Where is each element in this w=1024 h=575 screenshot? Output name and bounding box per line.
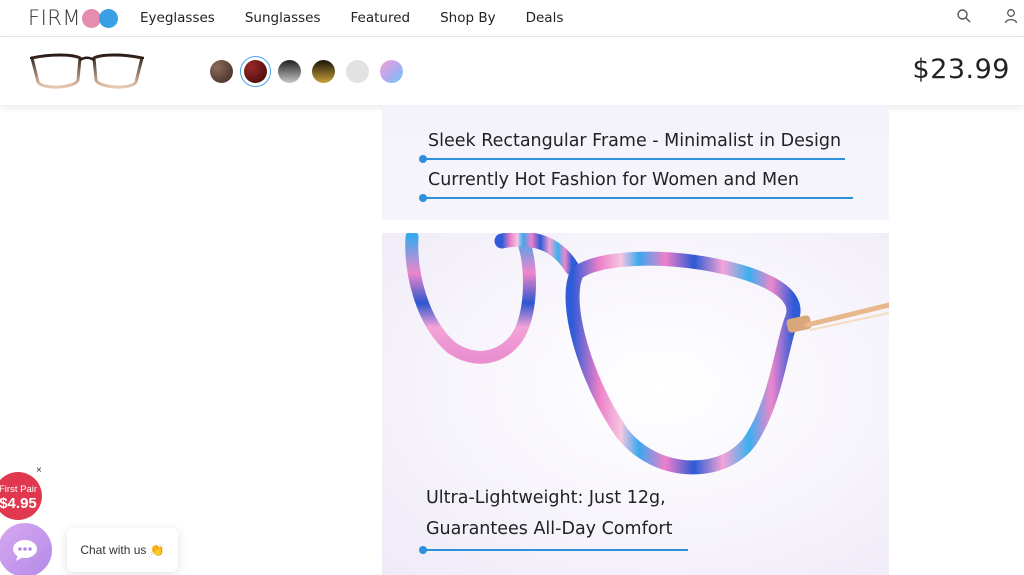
- product-image-panel: Ultra-Lightweight: Just 12g, Guarantees …: [382, 233, 889, 575]
- brand-name: FIRM: [28, 6, 81, 30]
- swatch-black-gray-gradient[interactable]: [278, 60, 301, 83]
- product-bar: $23.99: [0, 38, 1024, 105]
- nav-featured[interactable]: Featured: [351, 10, 411, 26]
- swatch-dark-brown[interactable]: [210, 60, 233, 83]
- feature-text-3: Ultra-Lightweight: Just 12g,: [426, 488, 666, 508]
- swatch-light-gray[interactable]: [346, 60, 369, 83]
- main-menu: Eyeglasses Sunglasses Featured Shop By D…: [140, 10, 593, 26]
- logo-blue-dot: [98, 8, 118, 28]
- product-price: $23.99: [912, 54, 1010, 85]
- chat-prompt-bubble[interactable]: Chat with us 👏: [67, 528, 178, 572]
- product-thumbnail: [30, 53, 144, 89]
- top-navigation: FIRM Eyeglasses Sunglasses Featured Shop…: [0, 0, 1024, 37]
- nav-sunglasses[interactable]: Sunglasses: [245, 10, 321, 26]
- promo-label: First Pair: [0, 484, 37, 495]
- brand-logo[interactable]: FIRM: [28, 6, 118, 30]
- swatch-burgundy[interactable]: [240, 56, 271, 87]
- feature-underline-2: [419, 194, 853, 202]
- feature-underline-3: [419, 546, 688, 554]
- user-icon[interactable]: [1003, 8, 1019, 24]
- feature-text-4: Guarantees All-Day Comfort: [426, 519, 673, 539]
- feature-underline-1: [419, 155, 845, 163]
- promo-close-icon[interactable]: ×: [36, 465, 42, 476]
- promo-price: $4.95: [0, 495, 37, 512]
- search-icon[interactable]: [956, 8, 972, 24]
- nav-deals[interactable]: Deals: [526, 10, 564, 26]
- nav-eyeglasses[interactable]: Eyeglasses: [140, 10, 215, 26]
- feature-panel: Sleek Rectangular Frame - Minimalist in …: [382, 105, 889, 220]
- swatch-black-gold[interactable]: [312, 60, 335, 83]
- swatch-pink-blue[interactable]: [380, 60, 403, 83]
- first-pair-promo-badge[interactable]: First Pair $4.95: [0, 472, 42, 520]
- feature-text-1: Sleek Rectangular Frame - Minimalist in …: [428, 131, 842, 151]
- nav-shop-by[interactable]: Shop By: [440, 10, 496, 26]
- color-swatches: [210, 56, 414, 87]
- feature-text-2: Currently Hot Fashion for Women and Men: [428, 170, 799, 190]
- chat-bubble-icon: [13, 540, 37, 561]
- chat-launcher-button[interactable]: [0, 523, 52, 575]
- chat-prompt-text: Chat with us 👏: [80, 543, 165, 557]
